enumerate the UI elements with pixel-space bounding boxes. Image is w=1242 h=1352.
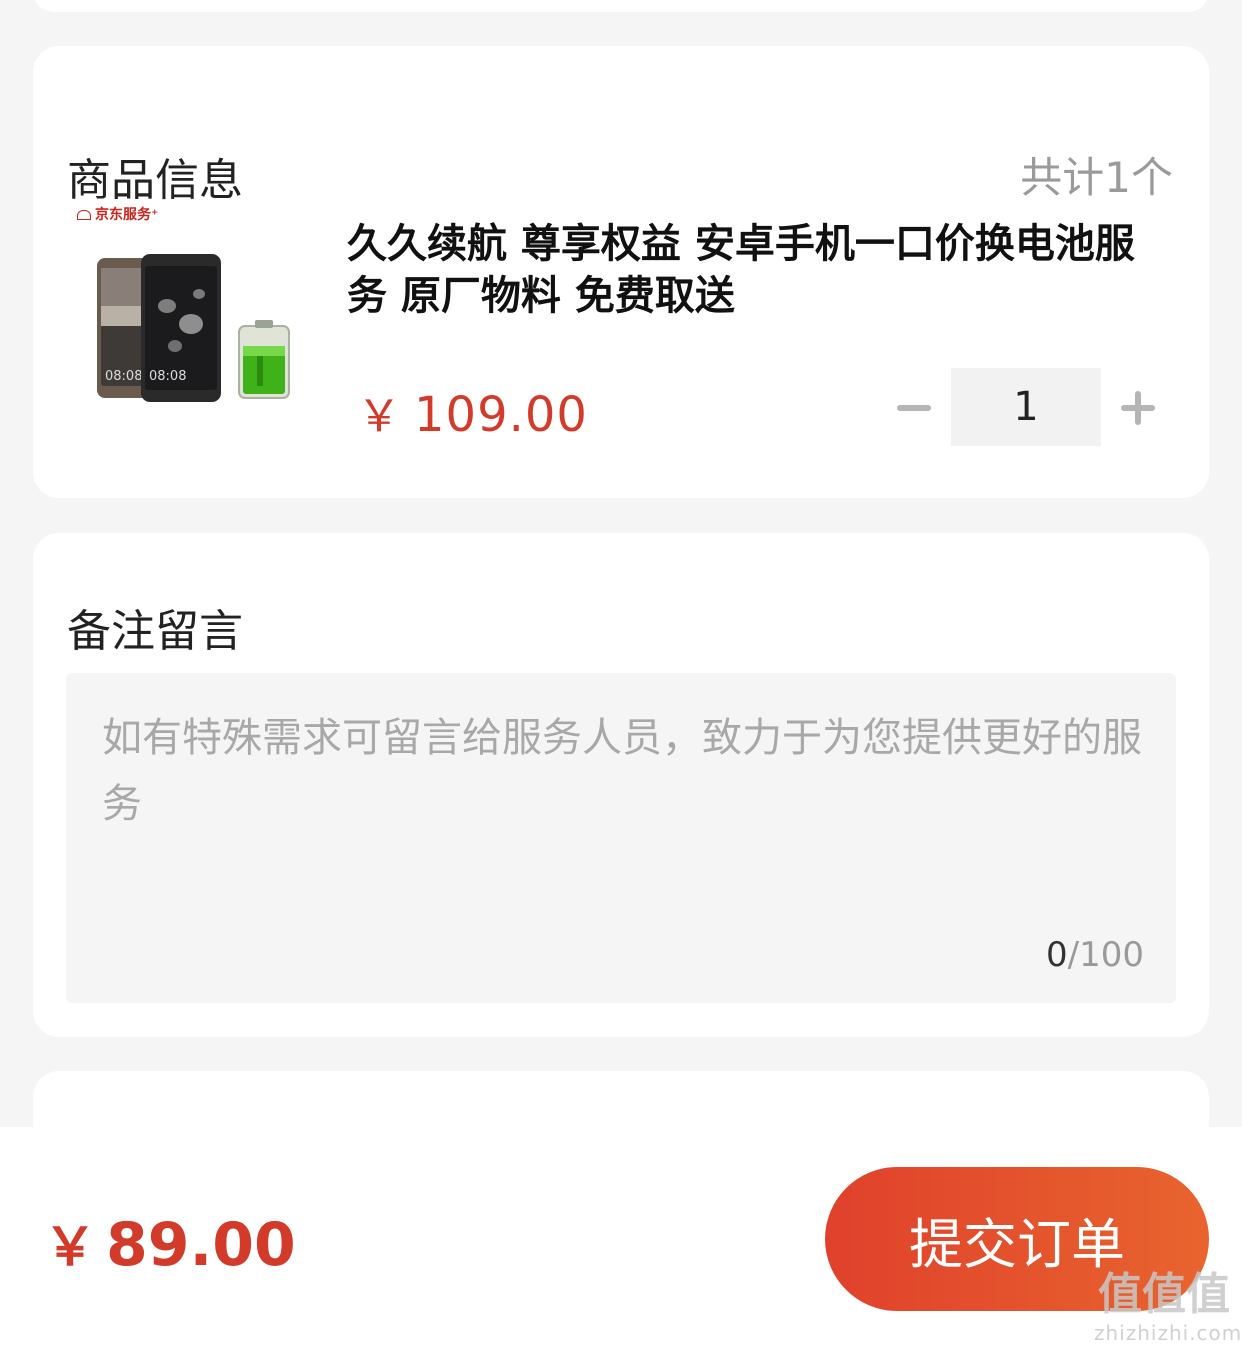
item-count-label: 共计1个 <box>1020 153 1173 202</box>
char-count-separator: / <box>1067 935 1080 975</box>
back-phone-time: 08:08 <box>105 369 142 384</box>
remark-textarea[interactable] <box>100 703 1144 947</box>
front-phone-time: 08:08 <box>149 369 186 384</box>
site-watermark: 值值值 zhizhizhi.com <box>1094 1269 1242 1345</box>
previous-card <box>33 0 1209 12</box>
phone-battery-illustration: 08:08 08:08 <box>97 254 290 402</box>
product-info-card: 商品信息 共计1个 京东服务⁺ 08:08 08:08 久久续航 尊享权益 安卓… <box>33 46 1209 498</box>
watermark-logo: 值值值 <box>1098 1269 1230 1320</box>
decrease-quantity-button[interactable] <box>895 368 951 446</box>
remark-field-container: 0/100 <box>66 673 1176 1003</box>
char-count-max: 100 <box>1079 935 1144 975</box>
jd-logo-icon <box>77 210 91 220</box>
remark-title: 备注留言 <box>67 606 243 657</box>
order-total: ￥ 89.00 <box>44 1205 296 1280</box>
quantity-stepper: 1 <box>895 368 1157 446</box>
watermark-site: zhizhizhi.com <box>1094 1321 1242 1345</box>
price-amount: 109.00 <box>414 387 588 443</box>
total-amount: 89.00 <box>106 1210 296 1280</box>
product-image[interactable]: 京东服务⁺ 08:08 08:08 <box>71 196 311 436</box>
checkout-bar: ￥ 89.00 提交订单 值值值 zhizhizhi.com <box>0 1127 1242 1352</box>
remark-card: 备注留言 0/100 <box>33 533 1209 1037</box>
brand-badge-text: 京东服务⁺ <box>95 207 159 223</box>
char-counter: 0/100 <box>1046 935 1144 975</box>
increase-quantity-button[interactable] <box>1101 368 1157 446</box>
price-currency-symbol: ￥ <box>357 391 402 442</box>
product-price: ￥ 109.00 <box>357 380 588 444</box>
product-name[interactable]: 久久续航 尊享权益 安卓手机一口价换电池服务 原厂物料 免费取送 <box>347 218 1167 322</box>
jd-service-logo: 京东服务⁺ <box>77 204 158 224</box>
char-count-current: 0 <box>1045 935 1068 975</box>
total-currency-symbol: ￥ <box>44 1218 97 1278</box>
quantity-value[interactable]: 1 <box>951 368 1101 446</box>
